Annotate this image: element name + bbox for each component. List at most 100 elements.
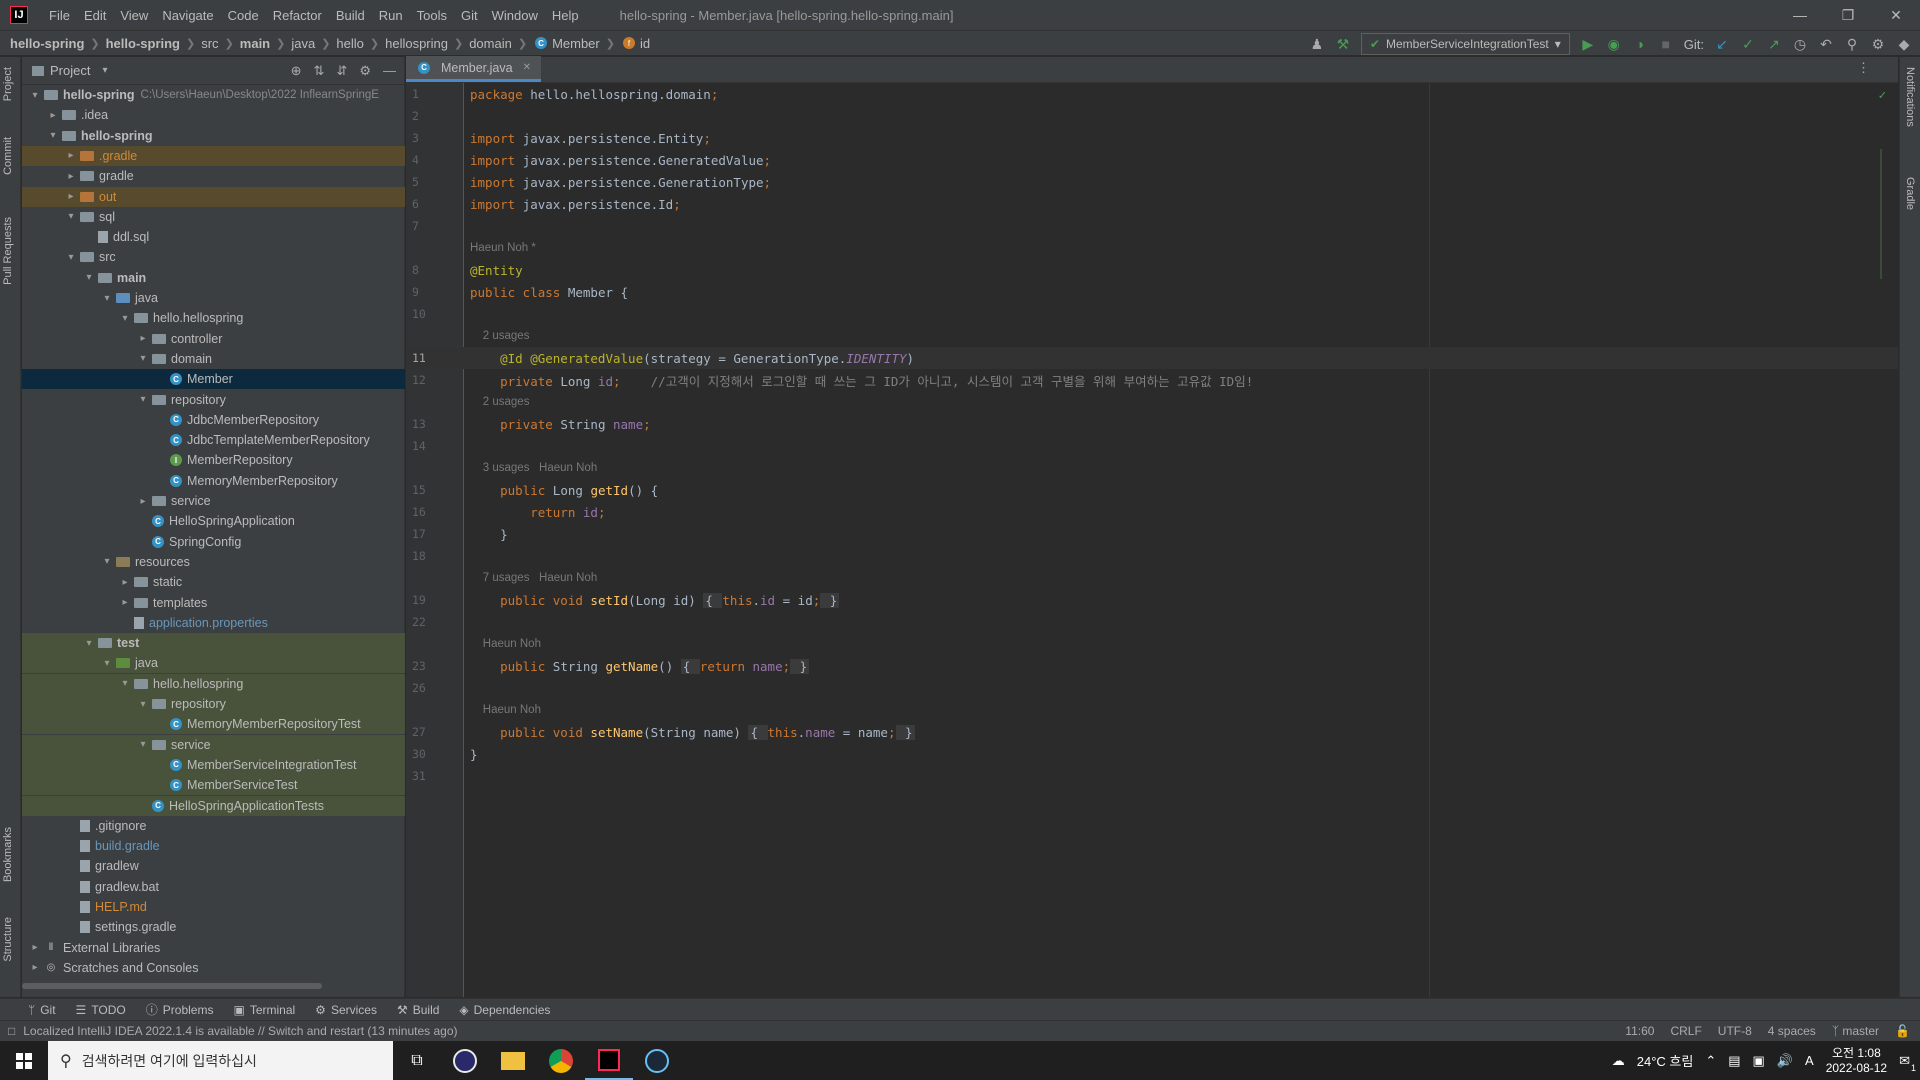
tab-notifications[interactable]: Notifications (1904, 67, 1916, 127)
user-icon[interactable]: ♟ (1309, 36, 1325, 53)
tree-item[interactable]: ▸ service (22, 491, 405, 511)
breadcrumb-item[interactable]: hello-spring ❯ (10, 36, 106, 51)
chevron-right-icon[interactable]: ▸ (64, 191, 78, 202)
locate-icon[interactable]: ⊕ (291, 63, 302, 79)
chevron-down-icon[interactable]: ▾ (64, 252, 78, 263)
inspection-ok-icon[interactable]: ✓ (1878, 87, 1886, 102)
breadcrumb-item[interactable]: hellospring ❯ (385, 36, 469, 51)
caret-position[interactable]: 11:60 (1625, 1024, 1654, 1038)
tree-item[interactable]: ▾ sql (22, 207, 405, 227)
breadcrumb-item[interactable]: java ❯ (291, 36, 336, 51)
tree-item[interactable]: ▾ main (22, 268, 405, 288)
rollback-icon[interactable]: ↶ (1818, 36, 1834, 53)
tree-item[interactable]: settings.gradle (22, 917, 405, 937)
notification-icon[interactable]: ✉ 1 (1899, 1053, 1916, 1073)
tree-item[interactable]: C MemberServiceIntegrationTest (22, 754, 405, 775)
chevron-right-icon[interactable]: ▸ (118, 577, 132, 588)
tree-item[interactable]: ▾ repository (22, 390, 405, 410)
tree-item[interactable]: ▾ java (22, 653, 405, 674)
menu-item-run[interactable]: Run (372, 8, 410, 23)
tree-item[interactable]: application.properties (22, 613, 405, 633)
git-branch[interactable]: ᛉ master (1832, 1024, 1879, 1038)
expand-all-icon[interactable]: ⇅ (314, 63, 325, 79)
chevron-up-icon[interactable]: ⌃ (1705, 1053, 1716, 1069)
tool-window-dependencies[interactable]: ◈ Dependencies (459, 1003, 550, 1017)
chevron-right-icon[interactable]: ▸ (118, 597, 132, 608)
volume-icon[interactable]: 🔊 (1777, 1053, 1793, 1069)
chevron-down-icon[interactable]: ▾ (100, 293, 114, 304)
tree-item[interactable]: ▸ Ⅱ External Libraries (22, 938, 405, 958)
tab-commit[interactable]: Commit (2, 137, 14, 175)
chevron-down-icon[interactable]: ▾ (100, 556, 114, 567)
chevron-down-icon[interactable]: ▾ (118, 678, 132, 689)
tree-item[interactable]: .gitignore (22, 816, 405, 836)
tree-item[interactable]: ▸ .idea (22, 105, 405, 125)
chevron-down-icon[interactable]: ▾ (136, 699, 150, 710)
minimize-icon[interactable]: — (1776, 0, 1824, 30)
tab-gradle[interactable]: Gradle (1904, 177, 1916, 210)
restore-icon[interactable]: ❐ (1824, 0, 1872, 30)
clock[interactable]: 오전 1:08 2022-08-12 (1826, 1046, 1887, 1076)
tree-item[interactable]: ▾ hello-spring C:\Users\Haeun\Desktop\2022… (22, 85, 405, 105)
tab-structure[interactable]: Structure (2, 917, 14, 962)
chevron-right-icon[interactable]: ▸ (46, 110, 60, 121)
file-explorer-icon[interactable] (489, 1041, 537, 1080)
chevron-down-icon[interactable]: ▾ (102, 65, 107, 76)
menu-item-tools[interactable]: Tools (410, 8, 454, 23)
tree-item[interactable]: ▾ hello.hellospring (22, 673, 405, 694)
tab-member-java[interactable]: C Member.java ✕ (406, 56, 541, 82)
tree-item[interactable]: ▸ static (22, 572, 405, 592)
chevron-right-icon[interactable]: ▸ (64, 171, 78, 182)
run-icon[interactable]: ▶ (1580, 36, 1596, 53)
app-icon-1[interactable] (441, 1041, 489, 1080)
tree-item[interactable]: ▾ resources (22, 552, 405, 572)
author-hint[interactable]: 3 usages Haeun Noh (470, 462, 597, 474)
steam-icon[interactable] (633, 1041, 681, 1080)
chevron-down-icon[interactable]: ▾ (100, 658, 114, 669)
tree-item[interactable]: ddl.sql (22, 227, 405, 247)
tool-window-services[interactable]: ⚙ Services (315, 1003, 377, 1017)
git-commit-icon[interactable]: ✓ (1740, 36, 1756, 53)
menu-item-refactor[interactable]: Refactor (266, 8, 329, 23)
tree-item[interactable]: ▸ templates (22, 593, 405, 613)
chevron-down-icon[interactable]: ▾ (136, 394, 150, 405)
author-hint[interactable]: Haeun Noh * (470, 242, 536, 254)
tree-item[interactable]: ▾ test (22, 633, 405, 654)
chevron-right-icon[interactable]: ▸ (136, 496, 150, 507)
menu-item-file[interactable]: File (42, 8, 77, 23)
file-encoding[interactable]: UTF-8 (1718, 1024, 1752, 1038)
author-hint[interactable]: 2 usages (470, 330, 530, 342)
chevron-down-icon[interactable]: ▾ (28, 90, 42, 101)
tree-item[interactable]: C Member (22, 369, 405, 390)
network-icon[interactable]: ▤ (1728, 1053, 1740, 1069)
tool-window-git[interactable]: ᛘ Git (28, 1003, 56, 1017)
tree-item[interactable]: ▸ out (22, 186, 405, 207)
tree-item[interactable]: C JdbcTemplateMemberRepository (22, 430, 405, 450)
chevron-down-icon[interactable]: ▾ (64, 211, 78, 222)
tab-project[interactable]: Project (2, 67, 14, 101)
tree-item[interactable]: ▸ .gradle (22, 145, 405, 166)
tool-window-problems[interactable]: ⓘ Problems (146, 1001, 214, 1018)
line-separator[interactable]: CRLF (1670, 1024, 1701, 1038)
breadcrumb-item[interactable]: C Member ❯ (533, 36, 621, 51)
menu-item-view[interactable]: View (113, 8, 155, 23)
tree-item[interactable]: C HelloSpringApplicationTests (22, 795, 405, 816)
history-icon[interactable]: ◷ (1792, 36, 1808, 53)
tree-item[interactable]: C HelloSpringApplication (22, 511, 405, 531)
gear-icon[interactable]: ⚙ (359, 63, 371, 79)
weather-text[interactable]: 24°C 흐림 (1637, 1051, 1694, 1070)
tool-window-build[interactable]: ⚒ Build (397, 1003, 439, 1017)
search-icon[interactable]: ⚲ (1844, 36, 1860, 53)
tree-item[interactable]: C MemoryMemberRepositoryTest (22, 714, 405, 735)
chevron-down-icon[interactable]: ▾ (136, 739, 150, 750)
tree-item[interactable]: I MemberRepository (22, 450, 405, 470)
menu-item-help[interactable]: Help (545, 8, 586, 23)
tool-window-terminal[interactable]: ▣ Terminal (233, 1003, 295, 1017)
chevron-down-icon[interactable]: ▾ (82, 272, 96, 283)
debug-icon[interactable]: ◉ (1606, 36, 1622, 53)
breadcrumb-item[interactable]: hello ❯ (336, 36, 385, 51)
ime-indicator[interactable]: A (1805, 1053, 1814, 1068)
lock-icon[interactable]: 🔓 (1895, 1024, 1910, 1038)
close-icon[interactable]: ✕ (1872, 0, 1920, 30)
coverage-icon[interactable]: ◑ (1632, 36, 1648, 52)
